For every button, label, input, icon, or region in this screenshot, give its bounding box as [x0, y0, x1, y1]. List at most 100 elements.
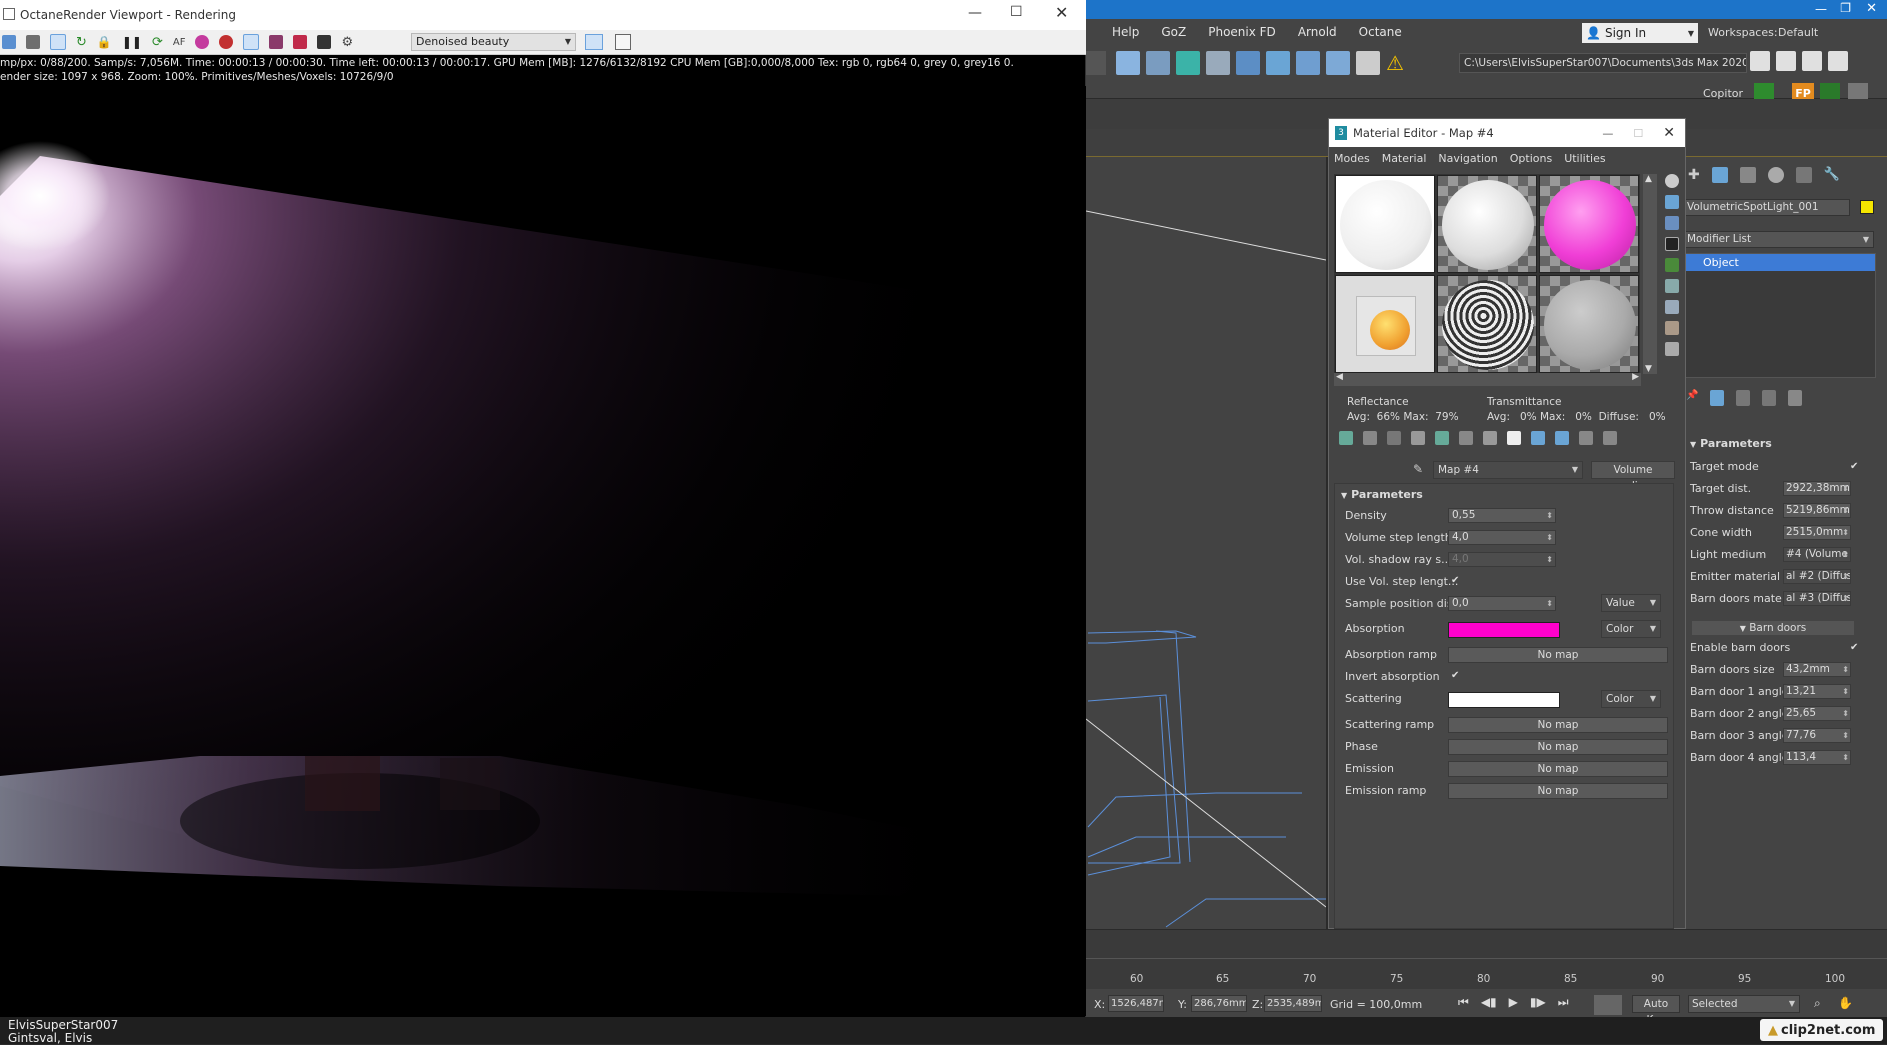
go-to-parent-icon[interactable]	[1579, 431, 1593, 445]
motion-tab-icon[interactable]	[1767, 167, 1784, 183]
sample-type-icon[interactable]	[1665, 174, 1679, 188]
scene-explorer-icon[interactable]	[1116, 51, 1140, 75]
scroll-up-icon[interactable]: ▲	[1645, 174, 1652, 184]
light-medium-button[interactable]: #4 (Volume me	[1783, 546, 1851, 562]
scattering-ramp-map-button[interactable]: No map	[1448, 717, 1668, 733]
zoom-icon[interactable]: ⌕	[1814, 996, 1821, 1011]
hierarchy-tab-icon[interactable]	[1739, 167, 1756, 183]
sample-slot-2[interactable]	[1437, 175, 1537, 273]
menu-options[interactable]: Options	[1510, 152, 1552, 165]
sample-position-spinner[interactable]: 0,0	[1448, 596, 1556, 611]
make-unique-icon[interactable]	[1459, 431, 1473, 445]
copy-icon[interactable]	[1802, 51, 1822, 71]
show-end-result-icon[interactable]	[1710, 390, 1725, 406]
copy-render-icon[interactable]	[26, 35, 40, 49]
create-tab-icon[interactable]: ✚	[1688, 167, 1700, 183]
target-dist-spinner[interactable]: 2922,38mm	[1783, 480, 1851, 496]
lock-icon[interactable]: 🔒	[97, 35, 112, 49]
throw-spinner[interactable]: 5219,86mm	[1783, 502, 1851, 518]
render-image[interactable]	[0, 86, 1086, 1016]
get-material-icon[interactable]	[1339, 431, 1353, 445]
barn-doors-rollout[interactable]: ▼ Barn doors	[1692, 621, 1854, 635]
menu-octane[interactable]: Octane	[1359, 25, 1402, 39]
warning-icon[interactable]: ⚠	[1386, 51, 1404, 75]
copy-material-icon[interactable]	[1435, 431, 1449, 445]
sample-slot-6[interactable]	[1539, 275, 1639, 373]
minimize-button[interactable]: —	[1602, 127, 1613, 140]
maximize-button[interactable]: ☐	[1010, 4, 1023, 20]
make-preview-icon[interactable]	[1665, 279, 1679, 293]
material-picker-icon[interactable]	[195, 35, 210, 49]
bd4-spinner[interactable]: 113,4	[1783, 749, 1851, 765]
sample-slot-5[interactable]	[1437, 275, 1537, 373]
x-coord-field[interactable]: 1526,487m	[1108, 995, 1164, 1012]
remove-modifier-icon[interactable]	[1762, 390, 1777, 406]
graph-icon[interactable]	[1176, 51, 1200, 75]
slots-horizontal-scrollbar[interactable]: ◀ ▶	[1334, 372, 1641, 386]
video-color-icon[interactable]	[1665, 258, 1679, 272]
menu-goz[interactable]: GoZ	[1161, 25, 1186, 39]
set-key-icon[interactable]	[1594, 995, 1622, 1015]
stop-icon[interactable]	[219, 35, 234, 49]
go-forward-icon[interactable]	[1603, 431, 1617, 445]
map-name-field[interactable]: Map #4 ▼	[1433, 461, 1583, 479]
menu-help[interactable]: Help	[1112, 25, 1139, 39]
sample-slot-4[interactable]	[1335, 275, 1435, 373]
sample-slot-3[interactable]	[1539, 175, 1639, 273]
barn-doors-material-button[interactable]: al #3 (Diffuse m	[1783, 590, 1851, 606]
density-spinner[interactable]: 0,55	[1448, 508, 1556, 523]
focus-picker-icon[interactable]: AF	[173, 37, 186, 48]
go-to-start-icon[interactable]: ⏮	[1458, 995, 1469, 1010]
bd1-spinner[interactable]: 13,21	[1783, 683, 1851, 699]
close-button[interactable]: ✕	[1055, 3, 1068, 22]
timeline[interactable]: 60 65 70 75 80 85 90 95 100	[1086, 929, 1887, 989]
utilities-tab-icon[interactable]: 🔧	[1824, 167, 1840, 183]
selection-filter-dropdown[interactable]: Selected ▼	[1688, 995, 1800, 1013]
bd2-spinner[interactable]: 25,65	[1783, 705, 1851, 721]
grid-icon[interactable]	[1356, 51, 1380, 75]
pause-icon[interactable]: ❚❚	[122, 35, 142, 49]
sign-in-dropdown[interactable]: 👤 Sign In ▼	[1582, 23, 1698, 43]
modifier-list-dropdown[interactable]: Modifier List ▼	[1684, 231, 1874, 248]
scroll-down-icon[interactable]: ▼	[1645, 364, 1652, 374]
object-name-field[interactable]: VolumetricSpotLight_001	[1684, 199, 1850, 216]
volume-step-spinner[interactable]: 4,0	[1448, 530, 1556, 545]
backlight-icon[interactable]	[1665, 195, 1679, 209]
modify-tab-icon[interactable]	[1711, 167, 1728, 183]
max-restore-button[interactable]: ❐	[1840, 1, 1851, 15]
sample-slot-1[interactable]	[1335, 175, 1435, 273]
absorption-mode-dropdown[interactable]: Color ▼	[1601, 620, 1661, 638]
z-coord-field[interactable]: 2535,489m	[1264, 995, 1322, 1012]
eyedropper-icon[interactable]: ✎	[1413, 462, 1423, 476]
prev-frame-icon[interactable]: ◀▮	[1481, 995, 1497, 1010]
teapot-frame-icon[interactable]	[1326, 51, 1350, 75]
object-picker-icon[interactable]	[317, 35, 332, 49]
next-frame-icon[interactable]: ▮▶	[1530, 995, 1546, 1010]
absorption-ramp-map-button[interactable]: No map	[1448, 647, 1668, 663]
3d-viewport[interactable]	[1086, 157, 1326, 929]
phase-map-button[interactable]: No map	[1448, 739, 1668, 755]
open-icon[interactable]	[1750, 51, 1770, 71]
sample-uv-icon[interactable]	[1665, 237, 1679, 251]
object-color-swatch[interactable]	[1860, 200, 1874, 214]
put-to-library-icon[interactable]	[1483, 431, 1497, 445]
background-icon[interactable]	[1665, 216, 1679, 230]
scattering-color-swatch[interactable]	[1448, 692, 1560, 708]
configure-icon[interactable]	[1788, 390, 1803, 406]
stack-item-object[interactable]: Object	[1685, 254, 1875, 271]
render-icon[interactable]	[1236, 51, 1260, 75]
emission-map-button[interactable]: No map	[1448, 761, 1668, 777]
vol-shadow-spinner[interactable]: 4,0	[1448, 552, 1556, 567]
teapot-render-icon[interactable]	[1296, 51, 1320, 75]
max-close-button[interactable]: ✕	[1866, 1, 1877, 16]
emitter-material-button[interactable]: al #2 (Diffuse m	[1783, 568, 1851, 584]
project-path-dropdown[interactable]: C:\Users\ElvisSuperStar007\Documents\3ds…	[1459, 53, 1747, 73]
use-vol-step-checkbox[interactable]: ✔	[1451, 575, 1459, 586]
scroll-left-icon[interactable]: ◀	[1336, 372, 1343, 382]
menu-phoenix-fd[interactable]: Phoenix FD	[1208, 25, 1276, 39]
scroll-right-icon[interactable]: ▶	[1632, 372, 1639, 382]
render-setup-icon[interactable]	[1206, 51, 1230, 75]
map-type-button[interactable]: Volume medium	[1591, 461, 1675, 492]
auto-key-button[interactable]: Auto Key	[1632, 995, 1680, 1026]
max-minimize-button[interactable]: —	[1815, 2, 1827, 16]
